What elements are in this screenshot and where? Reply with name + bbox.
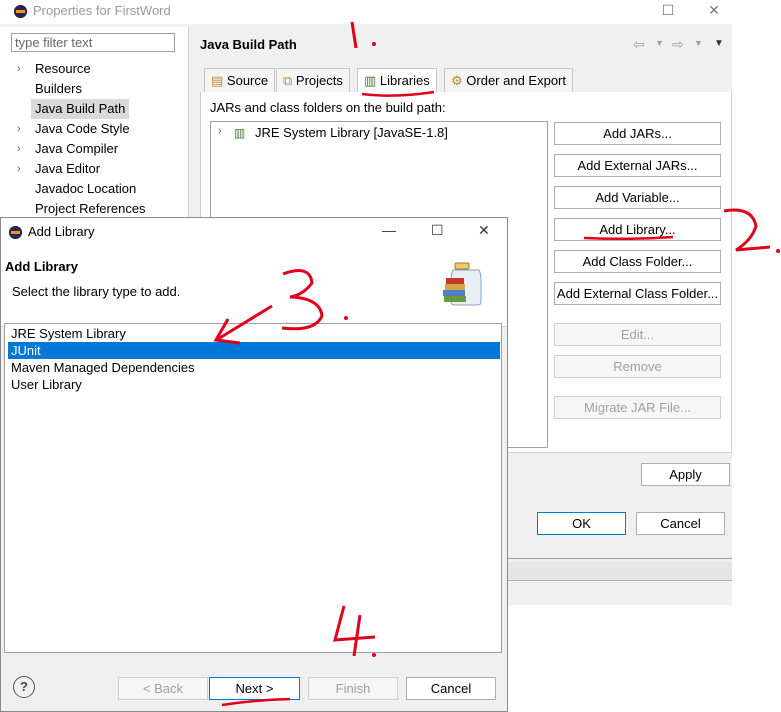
annotation-3-dot [344,316,348,320]
annotation-2-dot [776,249,780,253]
annotation-layer [213,21,780,707]
annotation-4-stroke [333,605,376,657]
arrowhead [213,318,241,345]
annotation-1-stroke [350,21,358,49]
underline-libraries [361,90,435,97]
annotation-1-dot [372,42,376,46]
annotation-4-dot [372,653,376,657]
annotation-2-stroke [723,208,771,252]
underline-next [221,697,291,707]
underline-add-library [583,235,674,241]
annotation-3-stroke [281,269,324,331]
